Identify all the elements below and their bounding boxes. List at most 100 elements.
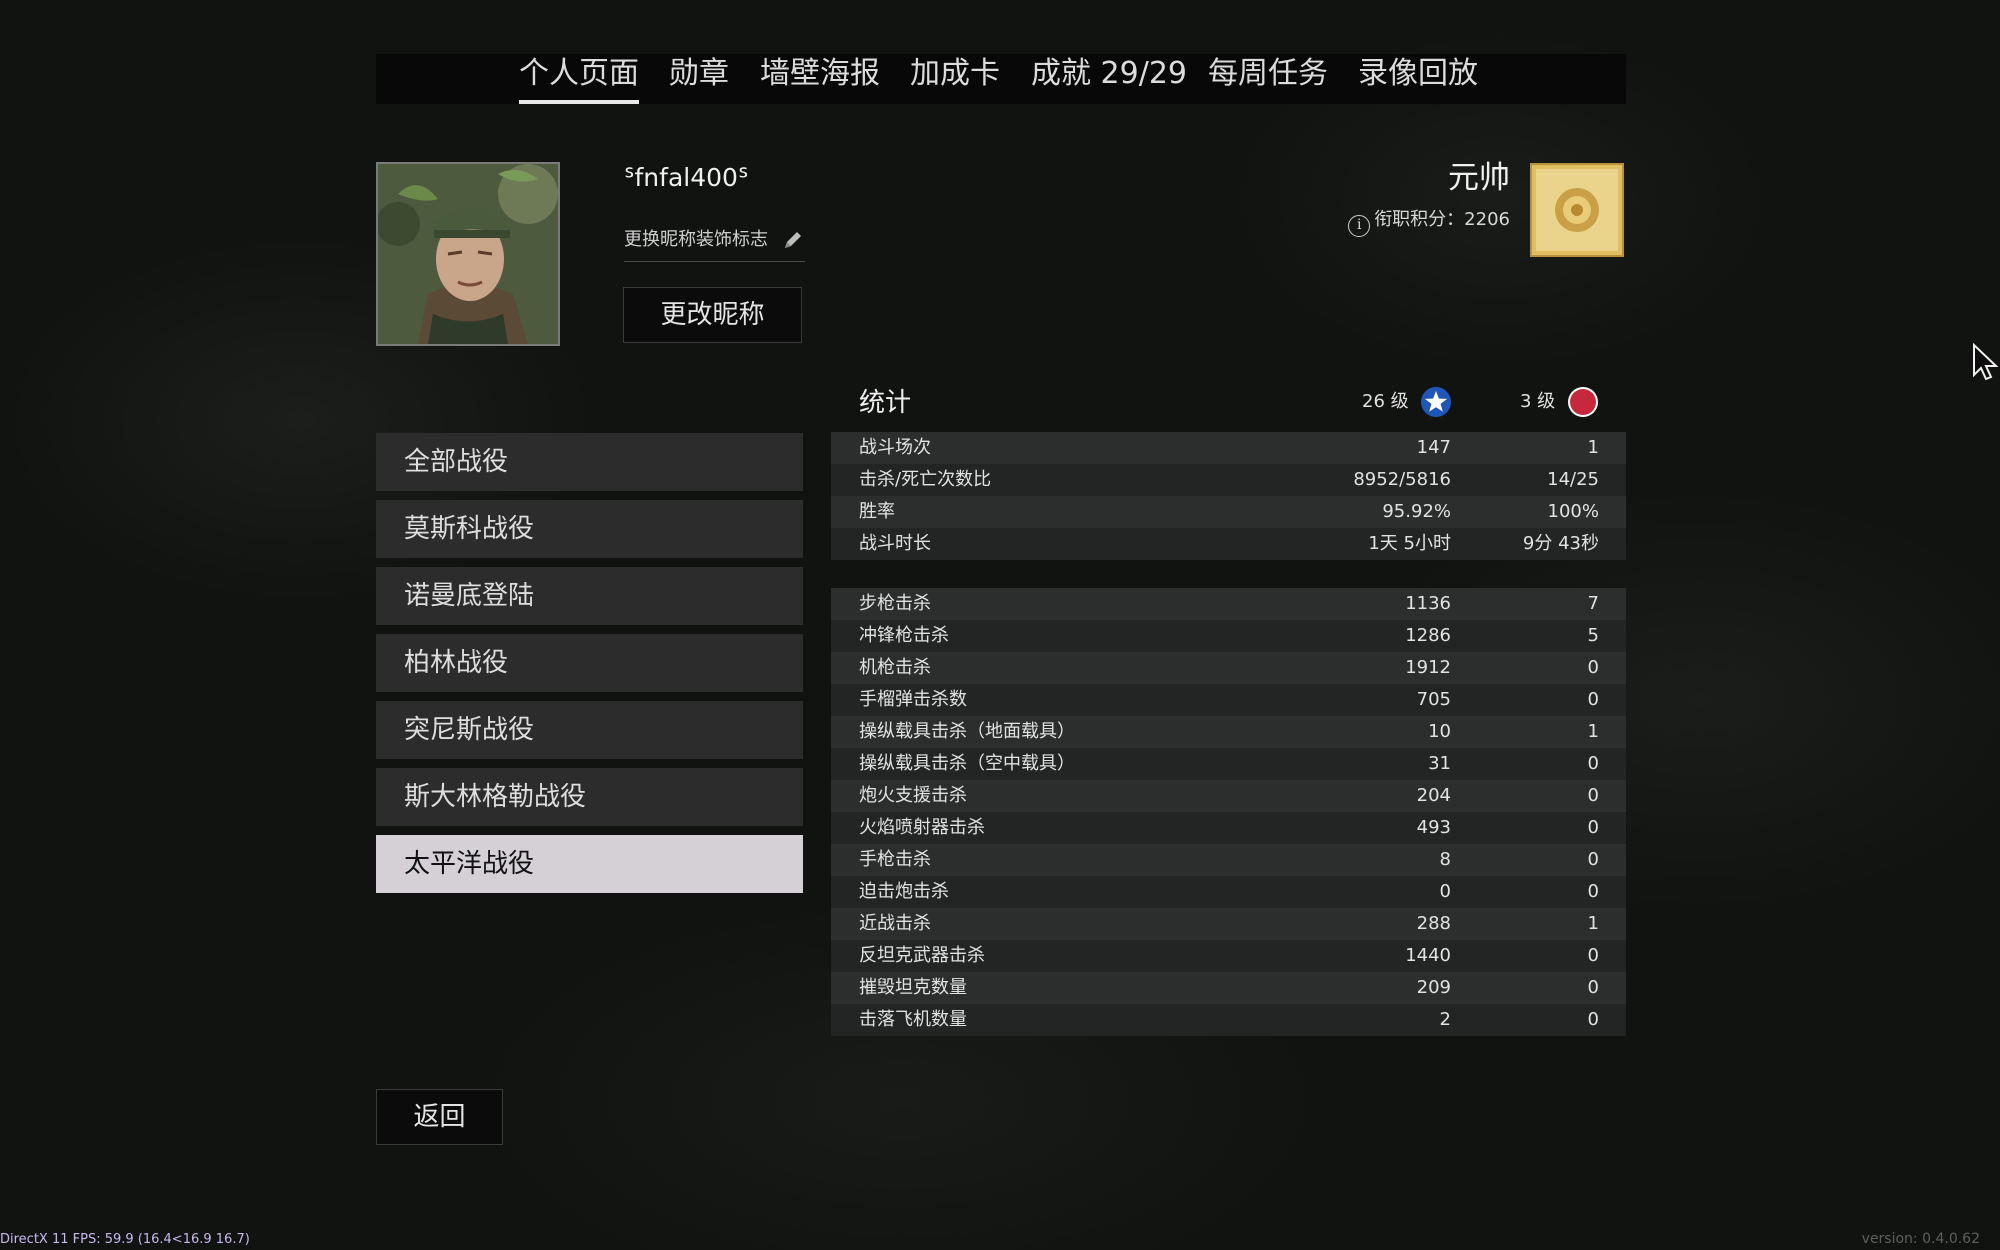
back-button[interactable]: 返回 [376,1089,503,1145]
stat-row-antitank-kills: 反坦克武器击杀 1440 0 [831,940,1626,972]
pencil-icon [785,232,801,248]
stat-label: 手榴弹击杀数 [859,689,967,710]
stat-label: 手枪击杀 [859,849,931,870]
tab-personal-page[interactable]: 个人页面 [519,54,639,104]
stat-value-allies: 8952/5816 [1353,469,1451,490]
campaign-normandy[interactable]: 诺曼底登陆 [376,567,803,625]
stat-value-axis: 1 [1587,913,1599,934]
stat-label: 摧毁坦克数量 [859,977,967,998]
stat-label: 击杀/死亡次数比 [859,469,992,490]
stat-label: 反坦克武器击杀 [859,945,985,966]
stat-value-allies: 95.92% [1382,501,1451,522]
stat-value-allies: 1天 5小时 [1368,533,1451,554]
change-nickname-decoration[interactable]: 更换昵称装饰标志 [624,226,805,262]
stat-row-rifle-kills: 步枪击杀 1136 7 [831,588,1626,620]
stat-value-axis: 0 [1587,1009,1599,1030]
stat-label: 操纵载具击杀（空中载具） [859,753,1075,774]
stat-value-allies: 1912 [1405,657,1451,678]
stat-row-win-rate: 胜率 95.92% 100% [831,496,1626,528]
mouse-cursor-icon [1973,343,1998,381]
axis-circle-icon [1567,387,1598,417]
allies-level: 26 级 [1362,385,1452,419]
info-icon[interactable]: i [1348,215,1371,237]
stat-value-axis: 1 [1587,721,1599,742]
stats-summary-table: 战斗场次 147 1 击杀/死亡次数比 8952/5816 14/25 胜率 95.92%… [831,432,1626,560]
stat-label: 胜率 [859,501,895,522]
allies-star-icon [1421,387,1452,417]
stat-value-axis: 9分 43秒 [1522,533,1599,554]
stat-value-allies: 0 [1439,881,1451,902]
stat-value-allies: 10 [1428,721,1451,742]
stat-value-axis: 14/25 [1547,469,1599,490]
stat-value-allies: 1440 [1405,945,1451,966]
stat-value-allies: 705 [1416,689,1451,710]
campaign-moscow[interactable]: 莫斯科战役 [376,500,803,558]
stat-value-allies: 1286 [1405,625,1451,646]
axis-level-label: 3 级 [1520,391,1556,412]
stat-label: 步枪击杀 [859,593,931,614]
stats-title: 统计 [859,388,912,418]
stat-label: 战斗时长 [859,533,931,554]
stat-value-axis: 0 [1587,881,1599,902]
stat-value-axis: 0 [1587,945,1599,966]
stat-value-allies: 288 [1416,913,1451,934]
campaign-all[interactable]: 全部战役 [376,433,803,491]
stat-row-flamethrower-kills: 火焰喷射器击杀 493 0 [831,812,1626,844]
stat-row-pistol-kills: 手枪击杀 8 0 [831,844,1626,876]
stat-label: 炮火支援击杀 [859,785,967,806]
stat-value-allies: 493 [1416,817,1451,838]
campaign-tunisia[interactable]: 突尼斯战役 [376,701,803,759]
rank-badge-icon [1530,163,1624,257]
stat-row-battle-time: 战斗时长 1天 5小时 9分 43秒 [831,528,1626,560]
rank-points-label: 衔职积分：2206 [1374,209,1510,230]
stat-label: 火焰喷射器击杀 [859,817,985,838]
tab-achievements[interactable]: 成就 29/29 [1031,54,1187,104]
stat-row-ground-vehicle-kills: 操纵载具击杀（地面载具） 10 1 [831,716,1626,748]
stat-row-planes-shot-down: 击落飞机数量 2 0 [831,1004,1626,1036]
stat-value-axis: 100% [1547,501,1599,522]
stat-value-allies: 209 [1416,977,1451,998]
fps-counter: DirectX 11 FPS: 59.9 (16.4<16.9 16.7) [0,1232,250,1247]
stat-row-mortar-kills: 迫击炮击杀 0 0 [831,876,1626,908]
stat-label: 操纵载具击杀（地面载具） [859,721,1075,742]
tab-medals[interactable]: 勋章 [669,54,729,104]
stat-value-allies: 8 [1439,849,1451,870]
stat-value-axis: 0 [1587,657,1599,678]
campaign-stalingrad[interactable]: 斯大林格勒战役 [376,768,803,826]
tab-boost-cards[interactable]: 加成卡 [910,54,1000,104]
stat-row-melee-kills: 近战击杀 288 1 [831,908,1626,940]
stat-label: 击落飞机数量 [859,1009,967,1030]
stat-label: 迫击炮击杀 [859,881,949,902]
allies-level-label: 26 级 [1362,391,1409,412]
stat-value-axis: 0 [1587,753,1599,774]
stat-row-smg-kills: 冲锋枪击杀 1286 5 [831,620,1626,652]
stat-row-battles: 战斗场次 147 1 [831,432,1626,464]
change-nickname-button[interactable]: 更改昵称 [623,287,802,343]
stat-value-axis: 0 [1587,849,1599,870]
tab-wall-posters[interactable]: 墙壁海报 [760,54,880,104]
avatar[interactable] [376,162,560,346]
nickname: ᔆfnfal400ᔆ [624,163,749,192]
stats-kills-table: 步枪击杀 1136 7 冲锋枪击杀 1286 5 机枪击杀 1912 0 手榴弹击杀数 705… [831,588,1626,1036]
stat-row-grenade-kills: 手榴弹击杀数 705 0 [831,684,1626,716]
stat-label: 近战击杀 [859,913,931,934]
top-tab-bar: 个人页面 勋章 墙壁海报 加成卡 成就 29/29 每周任务 录像回放 [376,54,1626,104]
tab-weekly-tasks[interactable]: 每周任务 [1208,54,1328,104]
stat-value-axis: 5 [1587,625,1599,646]
tab-replays[interactable]: 录像回放 [1358,54,1478,104]
stat-label: 冲锋枪击杀 [859,625,949,646]
stat-value-allies: 1136 [1405,593,1451,614]
campaign-berlin[interactable]: 柏林战役 [376,634,803,692]
rank-points: i 衔职积分：2206 [1348,206,1510,237]
axis-level: 3 级 [1520,385,1599,419]
stat-value-allies: 31 [1428,753,1451,774]
rank-title: 元帅 [1448,160,1510,196]
change-nickname-decoration-label: 更换昵称装饰标志 [624,229,768,250]
stat-value-axis: 1 [1587,437,1599,458]
campaign-pacific[interactable]: 太平洋战役 [376,835,803,893]
stat-row-artillery-kills: 炮火支援击杀 204 0 [831,780,1626,812]
stat-row-air-vehicle-kills: 操纵载具击杀（空中载具） 31 0 [831,748,1626,780]
stat-label: 战斗场次 [859,437,931,458]
stat-value-axis: 0 [1587,689,1599,710]
stat-value-axis: 7 [1587,593,1599,614]
